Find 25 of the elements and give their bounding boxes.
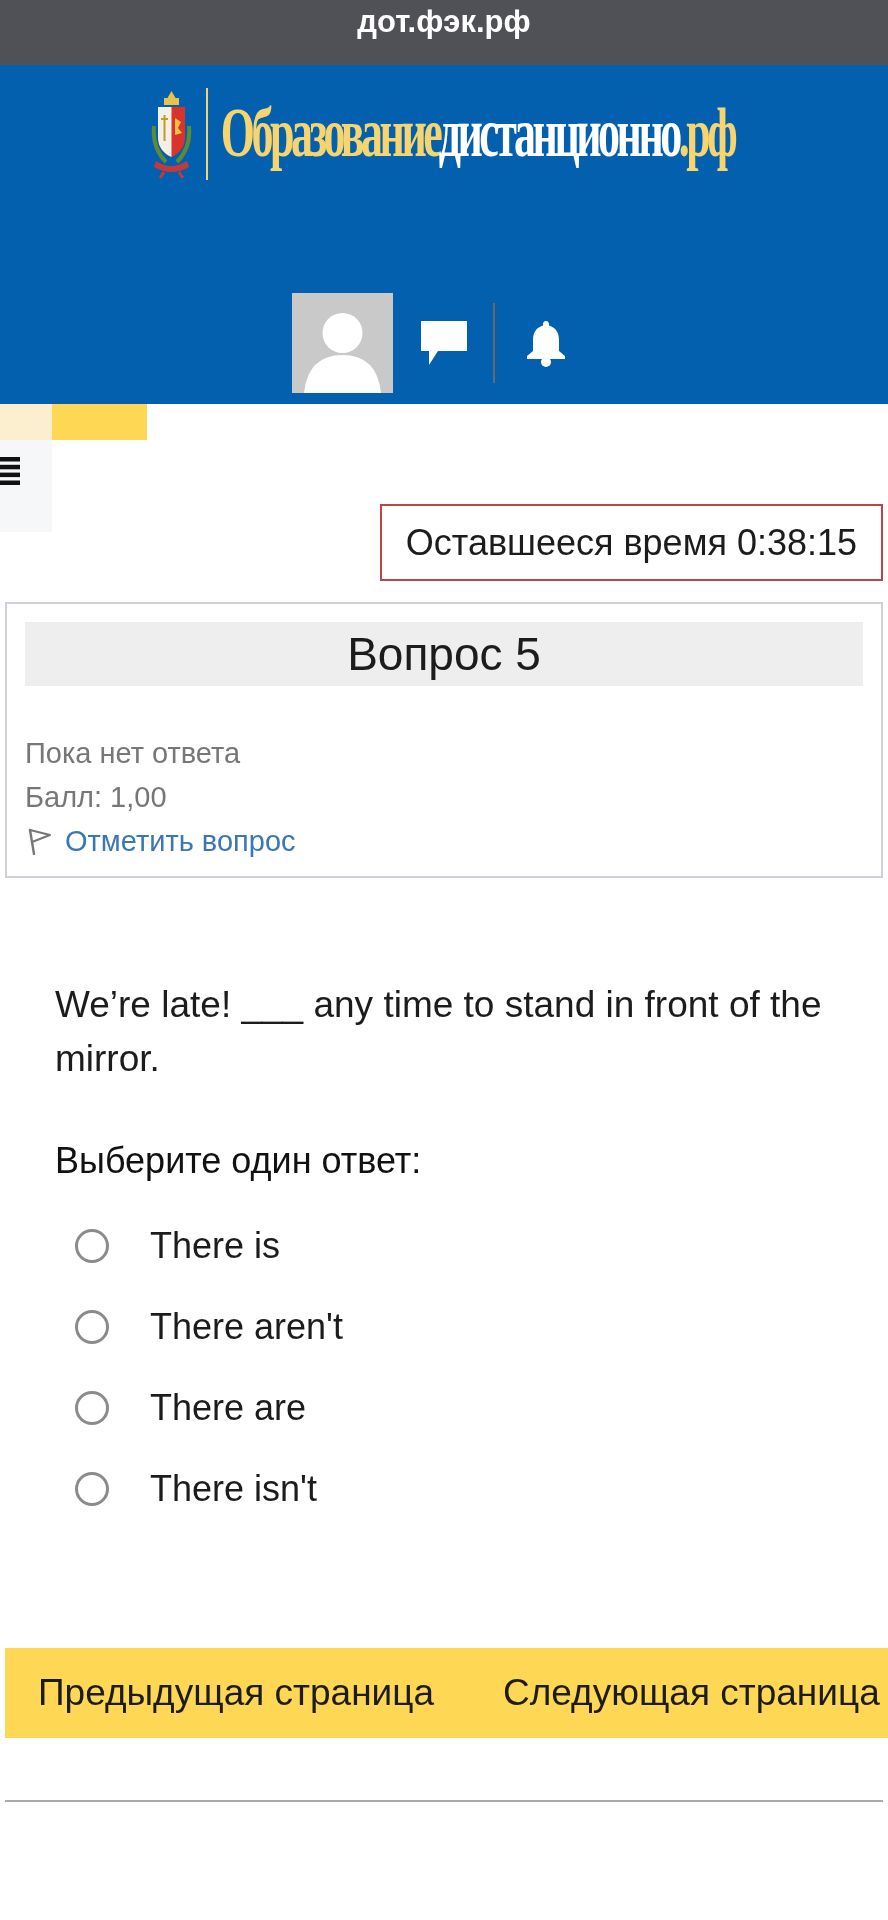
radio-button[interactable] — [75, 1228, 109, 1263]
crest-icon — [149, 88, 193, 180]
question-text: We’re late! ___ any time to stand in front of the mirror. — [55, 983, 823, 1081]
chat-bubble-icon[interactable] — [421, 321, 467, 365]
prompt-text: Выберите один ответ: — [55, 1139, 422, 1183]
logo-wordmark[interactable]: Образованиедистанционно.рф — [220, 90, 739, 178]
flag-icon[interactable] — [27, 827, 52, 855]
clipped-button[interactable] — [0, 404, 147, 440]
next-page-button[interactable]: Следующая страница — [471, 1648, 888, 1738]
radio-button[interactable] — [75, 1390, 109, 1425]
radio-button[interactable] — [75, 1471, 109, 1506]
option-label[interactable]: There aren't — [150, 1305, 343, 1348]
option-label[interactable]: There isn't — [150, 1467, 317, 1510]
score-text: Балл: 1,00 — [25, 780, 167, 815]
countdown-timer: Оставшееся время 0:38:15 — [379, 504, 883, 581]
radio-button[interactable] — [75, 1309, 109, 1344]
menu-icon[interactable] — [0, 457, 20, 485]
question-heading: Вопрос 5 — [25, 622, 863, 686]
bell-icon[interactable] — [525, 319, 567, 367]
flag-question-link[interactable]: Отметить вопрос — [25, 819, 296, 863]
address-bar[interactable]: дот.фэк.рф — [357, 4, 531, 40]
option-label[interactable]: There is — [150, 1224, 281, 1267]
option-label[interactable]: There are — [150, 1386, 307, 1429]
status-text: Пока нет ответа — [25, 736, 241, 771]
previous-page-button[interactable]: Предыдущая страница — [5, 1648, 471, 1738]
